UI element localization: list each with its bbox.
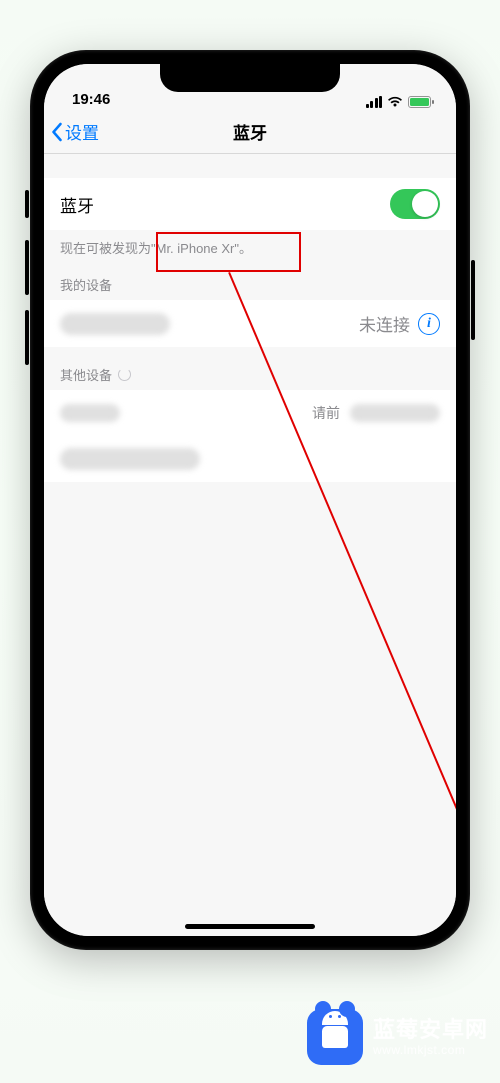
- home-indicator[interactable]: [185, 924, 315, 929]
- page-title: 蓝牙: [44, 119, 456, 144]
- bluetooth-toggle-row[interactable]: 蓝牙: [44, 178, 456, 230]
- watermark: 蓝莓安卓网 www.lmkjst.com: [307, 1009, 488, 1065]
- spinner-icon: [118, 368, 131, 381]
- wifi-icon: [387, 96, 403, 108]
- device-name-redacted: [60, 448, 200, 470]
- phone-frame: 19:46 设置: [30, 50, 470, 950]
- hint-fragment: 请前: [312, 403, 340, 423]
- watermark-logo-icon: [307, 1009, 363, 1065]
- discoverable-text: 现在可被发现为"Mr. iPhone Xr"。: [44, 230, 456, 257]
- my-device-row[interactable]: 未连接 i: [44, 300, 456, 347]
- bluetooth-toggle-label: 蓝牙: [60, 192, 94, 217]
- redacted-text: [60, 404, 120, 422]
- watermark-title: 蓝莓安卓网: [373, 1017, 488, 1043]
- cellular-signal-icon: [366, 96, 383, 108]
- phone-screen: 19:46 设置: [44, 64, 456, 936]
- info-icon[interactable]: i: [418, 313, 440, 335]
- other-devices-header: 其他设备: [44, 347, 456, 390]
- settings-content: 蓝牙 现在可被发现为"Mr. iPhone Xr"。 我的设备 未连接 i 其他…: [44, 154, 456, 936]
- back-button[interactable]: 设置: [44, 119, 99, 144]
- redacted-text: [350, 404, 440, 422]
- other-device-row[interactable]: [44, 436, 456, 482]
- phone-volume-up: [25, 240, 29, 295]
- device-name-redacted: [60, 313, 170, 335]
- my-devices-header: 我的设备: [44, 257, 456, 300]
- chevron-left-icon: [50, 122, 63, 142]
- bluetooth-toggle[interactable]: [390, 189, 440, 219]
- back-label: 设置: [65, 119, 99, 144]
- status-time: 19:46: [66, 91, 110, 108]
- watermark-url: www.lmkjst.com: [373, 1043, 488, 1057]
- other-devices-hint-row: 请前: [44, 390, 456, 436]
- phone-mute-switch: [25, 190, 29, 218]
- phone-volume-down: [25, 310, 29, 365]
- phone-notch: [160, 64, 340, 92]
- battery-icon: [408, 96, 434, 108]
- nav-bar: 设置 蓝牙: [44, 110, 456, 154]
- device-status: 未连接: [359, 311, 410, 336]
- phone-power-button: [471, 260, 475, 340]
